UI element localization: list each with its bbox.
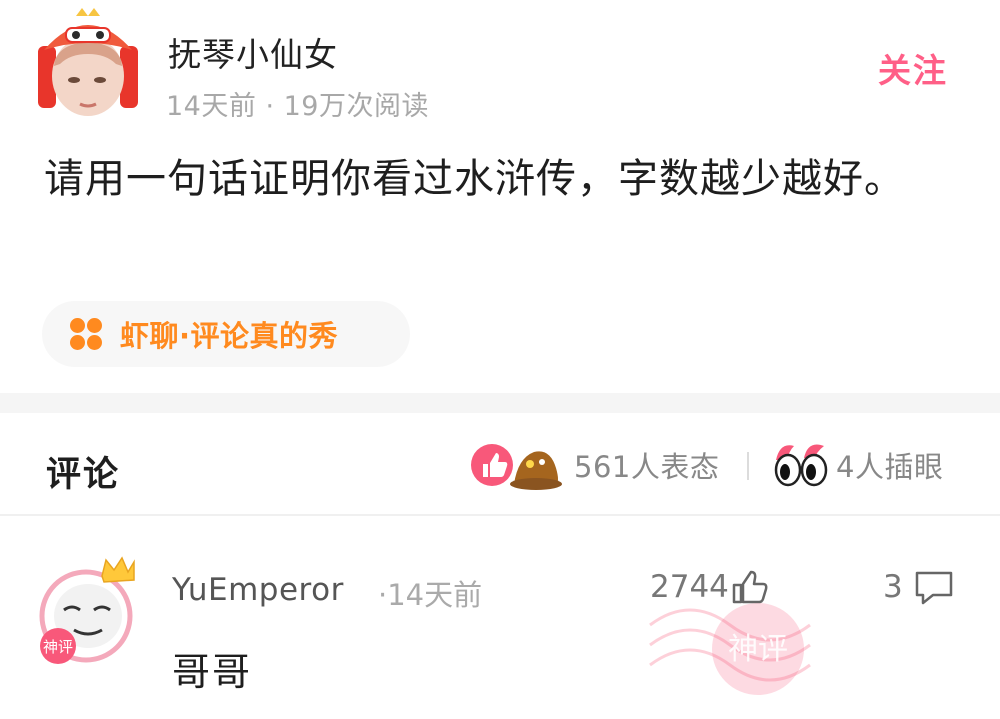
eyes-icon bbox=[774, 444, 828, 487]
eyes-count: 4人插眼 bbox=[836, 450, 944, 484]
section-divider bbox=[0, 393, 1000, 413]
reply-icon bbox=[915, 571, 952, 605]
comment-time: ·14天前 bbox=[378, 578, 483, 612]
commenter-avatar[interactable]: 神评 bbox=[34, 550, 142, 668]
commenter-name[interactable]: YuEmperor bbox=[172, 572, 344, 608]
reactions-count: 561人表态 bbox=[574, 450, 720, 484]
eyes-summary[interactable]: 4人插眼 bbox=[774, 438, 943, 492]
topic-tag-label: 虾聊·评论真的秀 bbox=[120, 319, 339, 353]
divider-line bbox=[0, 514, 1000, 516]
crown-icon bbox=[101, 556, 135, 583]
reply-button[interactable]: 3 bbox=[883, 567, 957, 607]
comments-title: 评论 bbox=[46, 455, 121, 495]
follow-button[interactable]: 关注 bbox=[878, 44, 948, 92]
thumbs-up-reaction-icon bbox=[471, 444, 562, 490]
author-name[interactable]: 抚琴小仙女 bbox=[168, 28, 338, 76]
tag-dots-icon bbox=[68, 316, 104, 352]
shenping-stamp-icon: 神评 bbox=[640, 585, 860, 715]
reactions-summary[interactable]: 561人表态 bbox=[470, 438, 719, 492]
reply-count: 3 bbox=[883, 569, 903, 605]
separator bbox=[747, 452, 749, 480]
comment-text: 哥哥 bbox=[172, 650, 253, 694]
emoji-reaction-icon bbox=[510, 451, 562, 490]
post-meta: 14天前 · 19万次阅读 bbox=[166, 91, 429, 122]
stamp-text: 神评 bbox=[728, 632, 788, 667]
commenter-badge-text: 神评 bbox=[43, 638, 73, 656]
topic-tag[interactable]: 虾聊·评论真的秀 bbox=[42, 301, 410, 367]
author-avatar[interactable] bbox=[36, 6, 140, 116]
post-text: 请用一句话证明你看过水浒传，字数越少越好。 bbox=[44, 156, 905, 202]
